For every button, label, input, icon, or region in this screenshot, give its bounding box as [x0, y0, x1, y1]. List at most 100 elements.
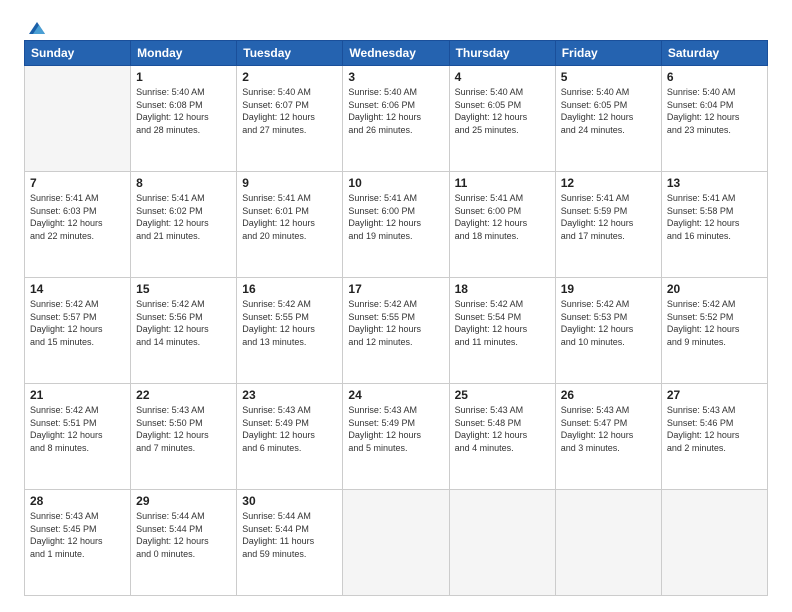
calendar-cell: 10 Sunrise: 5:41 AM Sunset: 6:00 PM Dayli… [343, 172, 449, 278]
day-number: 28 [30, 494, 125, 508]
calendar-cell: 1 Sunrise: 5:40 AM Sunset: 6:08 PM Daylig… [131, 66, 237, 172]
day-number: 14 [30, 282, 125, 296]
day-info: Sunrise: 5:42 AM Sunset: 5:54 PM Dayligh… [455, 298, 550, 348]
day-info: Sunrise: 5:40 AM Sunset: 6:05 PM Dayligh… [455, 86, 550, 136]
day-number: 26 [561, 388, 656, 402]
calendar-cell: 15 Sunrise: 5:42 AM Sunset: 5:56 PM Dayli… [131, 278, 237, 384]
day-number: 10 [348, 176, 443, 190]
day-info: Sunrise: 5:43 AM Sunset: 5:50 PM Dayligh… [136, 404, 231, 454]
calendar-cell: 17 Sunrise: 5:42 AM Sunset: 5:55 PM Dayli… [343, 278, 449, 384]
day-info: Sunrise: 5:43 AM Sunset: 5:49 PM Dayligh… [242, 404, 337, 454]
day-info: Sunrise: 5:41 AM Sunset: 6:00 PM Dayligh… [348, 192, 443, 242]
calendar-cell: 3 Sunrise: 5:40 AM Sunset: 6:06 PM Daylig… [343, 66, 449, 172]
calendar-cell: 9Sunrise: 5:41 AM Sunset: 6:01 PM Daylig… [237, 172, 343, 278]
day-info: Sunrise: 5:42 AM Sunset: 5:55 PM Dayligh… [348, 298, 443, 348]
calendar-cell: 26 Sunrise: 5:43 AM Sunset: 5:47 PM Dayli… [555, 384, 661, 490]
week-row-4: 21Sunrise: 5:42 AM Sunset: 5:51 PM Dayli… [25, 384, 768, 490]
day-number: 22 [136, 388, 231, 402]
day-number: 4 [455, 70, 550, 84]
calendar-cell: 13 Sunrise: 5:41 AM Sunset: 5:58 PM Dayli… [661, 172, 767, 278]
day-number: 6 [667, 70, 762, 84]
calendar-cell [661, 490, 767, 596]
day-number: 5 [561, 70, 656, 84]
day-number: 23 [242, 388, 337, 402]
logo-icon [25, 20, 47, 36]
calendar-cell [25, 66, 131, 172]
day-number: 29 [136, 494, 231, 508]
day-number: 25 [455, 388, 550, 402]
calendar-cell [343, 490, 449, 596]
calendar-cell: 24Sunrise: 5:43 AM Sunset: 5:49 PM Dayli… [343, 384, 449, 490]
day-number: 17 [348, 282, 443, 296]
day-info: Sunrise: 5:42 AM Sunset: 5:56 PM Dayligh… [136, 298, 231, 348]
calendar-cell: 19Sunrise: 5:42 AM Sunset: 5:53 PM Dayli… [555, 278, 661, 384]
day-info: Sunrise: 5:42 AM Sunset: 5:52 PM Dayligh… [667, 298, 762, 348]
day-info: Sunrise: 5:40 AM Sunset: 6:04 PM Dayligh… [667, 86, 762, 136]
calendar-header-row: SundayMondayTuesdayWednesdayThursdayFrid… [25, 41, 768, 66]
day-of-week-wednesday: Wednesday [343, 41, 449, 66]
day-info: Sunrise: 5:40 AM Sunset: 6:07 PM Dayligh… [242, 86, 337, 136]
calendar-cell: 20 Sunrise: 5:42 AM Sunset: 5:52 PM Dayli… [661, 278, 767, 384]
day-of-week-monday: Monday [131, 41, 237, 66]
calendar-cell: 12 Sunrise: 5:41 AM Sunset: 5:59 PM Dayli… [555, 172, 661, 278]
calendar-cell: 23 Sunrise: 5:43 AM Sunset: 5:49 PM Dayli… [237, 384, 343, 490]
calendar-cell: 29 Sunrise: 5:44 AM Sunset: 5:44 PM Dayli… [131, 490, 237, 596]
day-info: Sunrise: 5:41 AM Sunset: 5:58 PM Dayligh… [667, 192, 762, 242]
day-number: 7 [30, 176, 125, 190]
day-info: Sunrise: 5:41 AM Sunset: 6:00 PM Dayligh… [455, 192, 550, 242]
day-info: Sunrise: 5:41 AM Sunset: 5:59 PM Dayligh… [561, 192, 656, 242]
calendar-cell: 18 Sunrise: 5:42 AM Sunset: 5:54 PM Dayli… [449, 278, 555, 384]
day-info: Sunrise: 5:43 AM Sunset: 5:46 PM Dayligh… [667, 404, 762, 454]
week-row-2: 7Sunrise: 5:41 AM Sunset: 6:03 PM Daylig… [25, 172, 768, 278]
day-number: 11 [455, 176, 550, 190]
calendar-cell [449, 490, 555, 596]
calendar-cell: 6 Sunrise: 5:40 AM Sunset: 6:04 PM Daylig… [661, 66, 767, 172]
calendar-cell: 27 Sunrise: 5:43 AM Sunset: 5:46 PM Dayli… [661, 384, 767, 490]
calendar-cell: 2 Sunrise: 5:40 AM Sunset: 6:07 PM Daylig… [237, 66, 343, 172]
day-info: Sunrise: 5:40 AM Sunset: 6:05 PM Dayligh… [561, 86, 656, 136]
day-number: 16 [242, 282, 337, 296]
day-info: Sunrise: 5:40 AM Sunset: 6:08 PM Dayligh… [136, 86, 231, 136]
calendar-cell: 11 Sunrise: 5:41 AM Sunset: 6:00 PM Dayli… [449, 172, 555, 278]
calendar-cell: 28 Sunrise: 5:43 AM Sunset: 5:45 PM Dayli… [25, 490, 131, 596]
day-info: Sunrise: 5:44 AM Sunset: 5:44 PM Dayligh… [136, 510, 231, 560]
week-row-1: 1 Sunrise: 5:40 AM Sunset: 6:08 PM Daylig… [25, 66, 768, 172]
day-of-week-friday: Friday [555, 41, 661, 66]
day-number: 15 [136, 282, 231, 296]
calendar-cell: 22 Sunrise: 5:43 AM Sunset: 5:50 PM Dayli… [131, 384, 237, 490]
day-info: Sunrise: 5:41 AM Sunset: 6:02 PM Dayligh… [136, 192, 231, 242]
calendar-cell: 30 Sunrise: 5:44 AM Sunset: 5:44 PM Dayli… [237, 490, 343, 596]
calendar-cell [555, 490, 661, 596]
day-number: 27 [667, 388, 762, 402]
day-info: Sunrise: 5:42 AM Sunset: 5:57 PM Dayligh… [30, 298, 125, 348]
day-number: 2 [242, 70, 337, 84]
day-number: 13 [667, 176, 762, 190]
header [24, 20, 768, 30]
day-of-week-saturday: Saturday [661, 41, 767, 66]
day-number: 12 [561, 176, 656, 190]
calendar-cell: 8 Sunrise: 5:41 AM Sunset: 6:02 PM Daylig… [131, 172, 237, 278]
day-info: Sunrise: 5:43 AM Sunset: 5:45 PM Dayligh… [30, 510, 125, 560]
day-number: 20 [667, 282, 762, 296]
day-number: 30 [242, 494, 337, 508]
day-info: Sunrise: 5:43 AM Sunset: 5:48 PM Dayligh… [455, 404, 550, 454]
calendar-cell: 16Sunrise: 5:42 AM Sunset: 5:55 PM Dayli… [237, 278, 343, 384]
calendar-cell: 25 Sunrise: 5:43 AM Sunset: 5:48 PM Dayli… [449, 384, 555, 490]
day-number: 3 [348, 70, 443, 84]
week-row-3: 14 Sunrise: 5:42 AM Sunset: 5:57 PM Dayli… [25, 278, 768, 384]
day-number: 24 [348, 388, 443, 402]
day-info: Sunrise: 5:43 AM Sunset: 5:47 PM Dayligh… [561, 404, 656, 454]
day-info: Sunrise: 5:44 AM Sunset: 5:44 PM Dayligh… [242, 510, 337, 560]
calendar-cell: 4 Sunrise: 5:40 AM Sunset: 6:05 PM Daylig… [449, 66, 555, 172]
day-number: 18 [455, 282, 550, 296]
calendar-table: SundayMondayTuesdayWednesdayThursdayFrid… [24, 40, 768, 596]
day-of-week-thursday: Thursday [449, 41, 555, 66]
day-info: Sunrise: 5:40 AM Sunset: 6:06 PM Dayligh… [348, 86, 443, 136]
day-info: Sunrise: 5:42 AM Sunset: 5:51 PM Dayligh… [30, 404, 125, 454]
day-number: 9 [242, 176, 337, 190]
page: SundayMondayTuesdayWednesdayThursdayFrid… [0, 0, 792, 612]
calendar-cell: 14 Sunrise: 5:42 AM Sunset: 5:57 PM Dayli… [25, 278, 131, 384]
day-number: 1 [136, 70, 231, 84]
calendar-cell: 21Sunrise: 5:42 AM Sunset: 5:51 PM Dayli… [25, 384, 131, 490]
day-number: 8 [136, 176, 231, 190]
